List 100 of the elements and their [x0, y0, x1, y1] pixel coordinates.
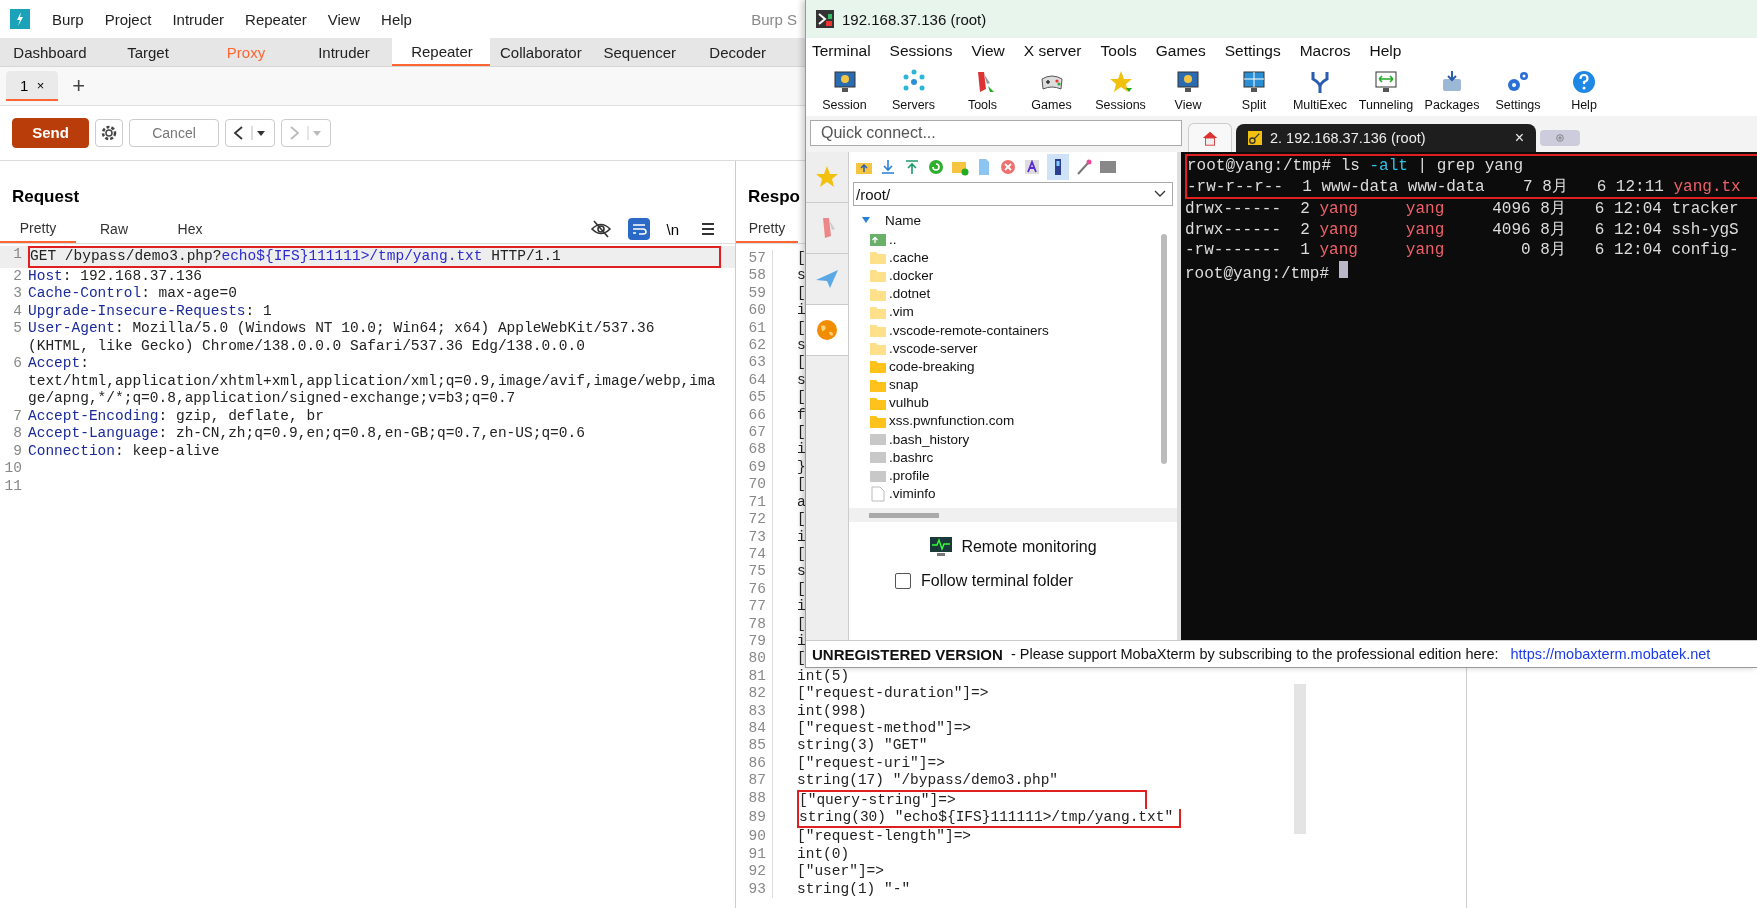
- scrollbar[interactable]: [869, 512, 939, 518]
- menu-item[interactable]: Burp: [52, 10, 84, 28]
- line-number: 93: [736, 880, 773, 899]
- wrap-lines-icon[interactable]: [628, 218, 651, 240]
- toolbar-button[interactable]: Tools: [948, 68, 1017, 112]
- text-icon[interactable]: [1023, 158, 1041, 176]
- menu-item[interactable]: X server: [1023, 42, 1082, 60]
- download-icon[interactable]: [879, 158, 897, 176]
- terminal-line: root@yang:/tmp# ls -alt | grep yang: [1185, 154, 1757, 177]
- tab[interactable]: Target: [98, 38, 196, 66]
- menu-item[interactable]: Tools: [1100, 42, 1137, 60]
- menu-item[interactable]: Macros: [1299, 42, 1351, 60]
- line-number: 74: [736, 545, 773, 564]
- toolbar-button[interactable]: Games: [1017, 68, 1086, 112]
- newline-toggle[interactable]: \n: [666, 220, 679, 238]
- code-line: Host: 192.168.37.136: [28, 267, 204, 285]
- menu-item[interactable]: Sessions: [889, 42, 953, 60]
- menu-item[interactable]: Help: [381, 10, 412, 28]
- file-item[interactable]: .bash_history: [849, 430, 1177, 449]
- wand-icon[interactable]: [1075, 158, 1093, 176]
- settings-button[interactable]: [95, 119, 123, 147]
- scrollbar[interactable]: [1294, 684, 1306, 834]
- tab[interactable]: Repeater: [392, 38, 490, 66]
- file-item[interactable]: .profile: [849, 466, 1177, 485]
- view-tab[interactable]: Hex: [152, 216, 228, 242]
- path-dropdown[interactable]: /root/: [853, 182, 1173, 206]
- file-item[interactable]: ..: [849, 230, 1177, 249]
- home-tab[interactable]: [1188, 123, 1232, 152]
- menu-item[interactable]: View: [971, 42, 1005, 60]
- toolbar-button[interactable]: MultiExec: [1287, 68, 1353, 112]
- eye-slash-icon[interactable]: [590, 218, 613, 240]
- code-line: }: [797, 458, 806, 477]
- file-item[interactable]: .vscode-remote-containers: [849, 320, 1177, 340]
- view-tab[interactable]: Pretty: [0, 215, 76, 243]
- file-icon: [869, 485, 887, 502]
- remote-monitoring-button[interactable]: Remote monitoring: [849, 532, 1177, 562]
- file-item[interactable]: .docker: [849, 266, 1177, 285]
- add-tab-button[interactable]: +: [72, 73, 86, 99]
- line-number: 90: [736, 828, 773, 846]
- close-button[interactable]: ×: [36, 77, 45, 93]
- file-item[interactable]: .dotnet: [849, 284, 1177, 303]
- close-button[interactable]: ×: [1514, 129, 1524, 147]
- scrollbar[interactable]: [1161, 234, 1167, 464]
- quick-connect-field[interactable]: Quick connect...: [810, 120, 1182, 146]
- toolbar-button[interactable]: View: [1155, 68, 1221, 112]
- request-tab[interactable]: 1 ×: [6, 71, 59, 101]
- line-number: 6: [12, 355, 23, 373]
- toolbar-button[interactable]: Tunneling: [1353, 68, 1419, 112]
- new-tab-button[interactable]: [1540, 130, 1580, 146]
- delete-icon[interactable]: [999, 158, 1017, 176]
- tab[interactable]: Decoder: [687, 38, 786, 66]
- menu-item[interactable]: Settings: [1224, 42, 1281, 60]
- refresh-icon[interactable]: [927, 158, 945, 176]
- toolbar-button[interactable]: Settings: [1485, 68, 1551, 112]
- tab[interactable]: Dashboard: [0, 38, 98, 66]
- file-item[interactable]: vulhub: [849, 393, 1177, 412]
- checkbox[interactable]: [895, 573, 911, 589]
- line-number: 69: [736, 458, 773, 477]
- file-item[interactable]: code-breaking: [849, 357, 1177, 376]
- toolbar-button[interactable]: Split: [1221, 68, 1287, 112]
- menu-item[interactable]: Games: [1155, 42, 1206, 60]
- file-item[interactable]: snap: [849, 375, 1177, 394]
- file-item[interactable]: .bashrc: [849, 448, 1177, 467]
- file-item[interactable]: .vim: [849, 302, 1177, 321]
- session-tab[interactable]: 2. 192.168.37.136 (root) ×: [1236, 124, 1536, 152]
- toolbar-button[interactable]: Session: [810, 68, 879, 112]
- send-button[interactable]: Send: [12, 118, 89, 148]
- tab[interactable]: Intruder: [294, 38, 392, 66]
- tab[interactable]: Collaborator: [490, 38, 590, 66]
- menu-item[interactable]: Intruder: [172, 10, 225, 28]
- website-link[interactable]: https://mobaxterm.mobatek.net: [1510, 646, 1711, 662]
- menu-item[interactable]: View: [327, 10, 361, 28]
- bookmark-button[interactable]: [1047, 154, 1069, 180]
- file-item[interactable]: .vscode-server: [849, 339, 1177, 358]
- code-line: [: [797, 284, 806, 303]
- file-item[interactable]: xss.pwnfunction.com: [849, 411, 1177, 431]
- toolbar-button[interactable]: Servers: [879, 68, 948, 112]
- menu-item[interactable]: Project: [104, 10, 152, 28]
- file-item[interactable]: .viminfo: [849, 484, 1177, 503]
- line-number: 88: [736, 789, 773, 809]
- back-button[interactable]: [225, 119, 275, 147]
- code-line: s: [797, 337, 806, 355]
- tab[interactable]: Sequencer: [589, 38, 688, 66]
- file-item[interactable]: .cache: [849, 248, 1177, 267]
- menu-item[interactable]: Repeater: [245, 10, 307, 28]
- view-tab[interactable]: Pretty: [736, 215, 798, 243]
- column-header[interactable]: Name: [885, 212, 921, 228]
- window-title: 192.168.37.136 (root): [842, 10, 987, 28]
- toolbar-button[interactable]: Packages: [1419, 68, 1485, 112]
- banner-message: - Please support MobaXterm by subscribing to the professional edition here:: [1010, 646, 1499, 662]
- menu-item[interactable]: Help: [1369, 42, 1402, 60]
- toolbar-button[interactable]: Help: [1551, 68, 1617, 112]
- view-tab[interactable]: Raw: [76, 216, 152, 242]
- upload-icon[interactable]: [903, 158, 921, 176]
- sidebar-tab[interactable]: [806, 305, 848, 356]
- code-line: i: [797, 302, 806, 320]
- code-line: string(17) "/bypass/demo3.php": [797, 772, 1059, 790]
- split-screen-icon: [1241, 68, 1267, 95]
- toolbar-button[interactable]: Sessions: [1086, 68, 1155, 112]
- menu-item[interactable]: Terminal: [812, 42, 871, 60]
